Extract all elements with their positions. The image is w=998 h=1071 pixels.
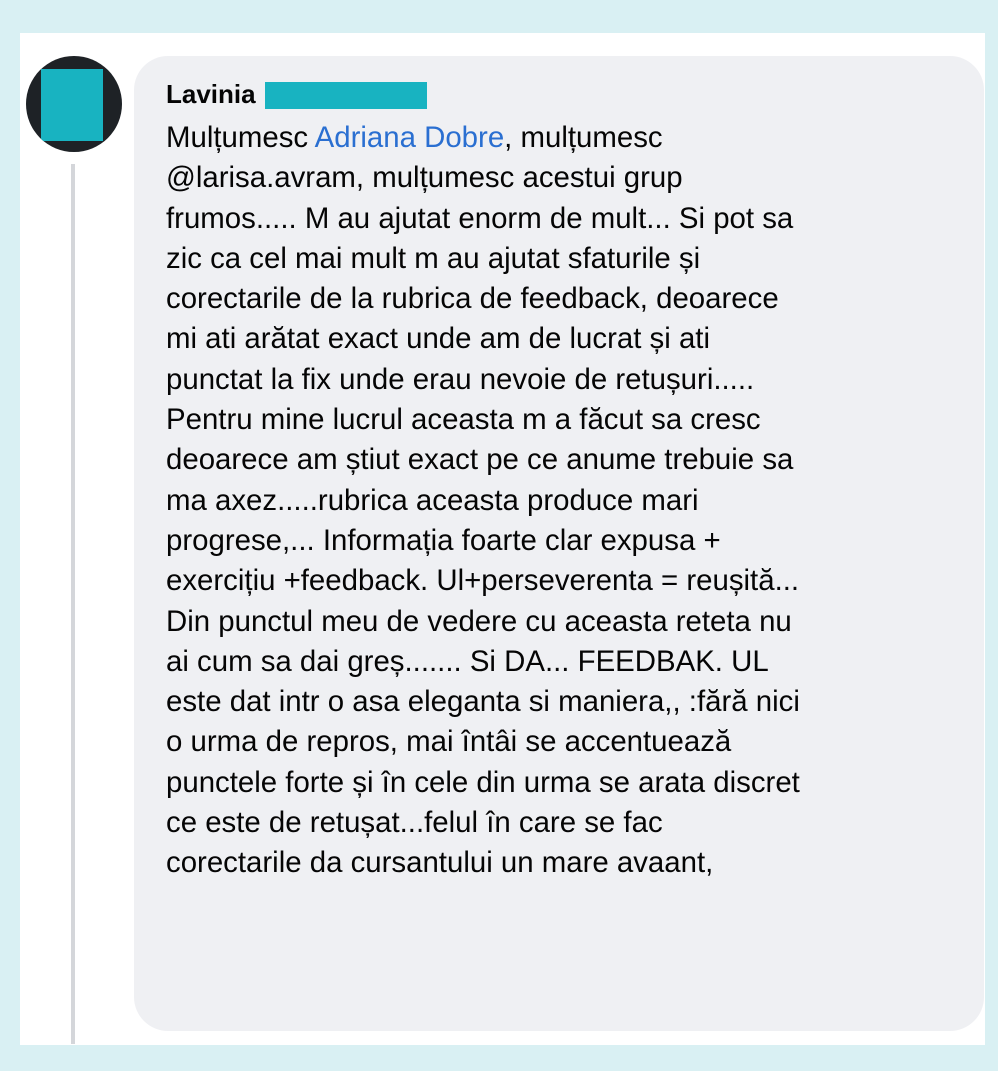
- comment-line: punctat la fix unde erau nevoie de retuș…: [166, 362, 755, 396]
- comment-text-segment: , mulțumesc: [504, 121, 663, 154]
- comment-line: Din punctul meu de vedere cu aceasta ret…: [166, 604, 792, 638]
- comment-line: exercițiu +feedback. Ul+perseverenta = r…: [166, 564, 800, 598]
- comment-line: @larisa.avram, mulțumesc acestui grup: [166, 161, 683, 195]
- comment-text-segment: Mulțumesc: [166, 121, 315, 154]
- comment-line: zic ca cel mai mult m au ajutat sfaturil…: [166, 241, 701, 275]
- comment-line: deoarece am știut exact pe ce anume treb…: [166, 443, 794, 477]
- screenshot-frame: Lavinia Mulțumesc Adriana Dobre, mulțume…: [0, 0, 998, 1071]
- comment-line: frumos..... M au ajutat enorm de mult...…: [166, 201, 794, 235]
- comment-line: Pentru mine lucrul aceasta m a făcut sa …: [166, 403, 761, 437]
- comment-line: progrese,... Informația foarte clar expu…: [166, 523, 721, 557]
- comment-line: o urma de repros, mai întâi se accentuea…: [166, 725, 732, 759]
- comment-line: ce este de retușat...felul în care se fa…: [166, 806, 663, 840]
- comment-header: Lavinia: [166, 76, 427, 112]
- avatar[interactable]: [26, 56, 122, 152]
- mention-link[interactable]: Adriana Dobre: [315, 121, 505, 154]
- comment-line: este dat intr o asa eleganta si maniera,…: [166, 685, 800, 719]
- comment-text: Mulțumesc Adriana Dobre, mulțumesc @lari…: [166, 118, 978, 884]
- comment-line: Mulțumesc Adriana Dobre, mulțumesc: [166, 118, 978, 158]
- comment-line: ai cum sa dai greș....... Si DA... FEEDB…: [166, 644, 769, 678]
- avatar-redaction: [41, 69, 103, 141]
- author-name[interactable]: Lavinia: [166, 79, 256, 110]
- reply-thread-line: [71, 164, 75, 1044]
- comment-line: corectarile de la rubrica de feedback, d…: [166, 282, 779, 316]
- comment-line: corectarile da cursantului un mare avaan…: [166, 846, 714, 880]
- name-redaction: [264, 81, 427, 109]
- comment-line: punctele forte și în cele din urma se ar…: [166, 765, 800, 799]
- comment-line: ma axez.....rubrica aceasta produce mari: [166, 483, 699, 517]
- comment-line: mi ati arătat exact unde am de lucrat și…: [166, 322, 710, 356]
